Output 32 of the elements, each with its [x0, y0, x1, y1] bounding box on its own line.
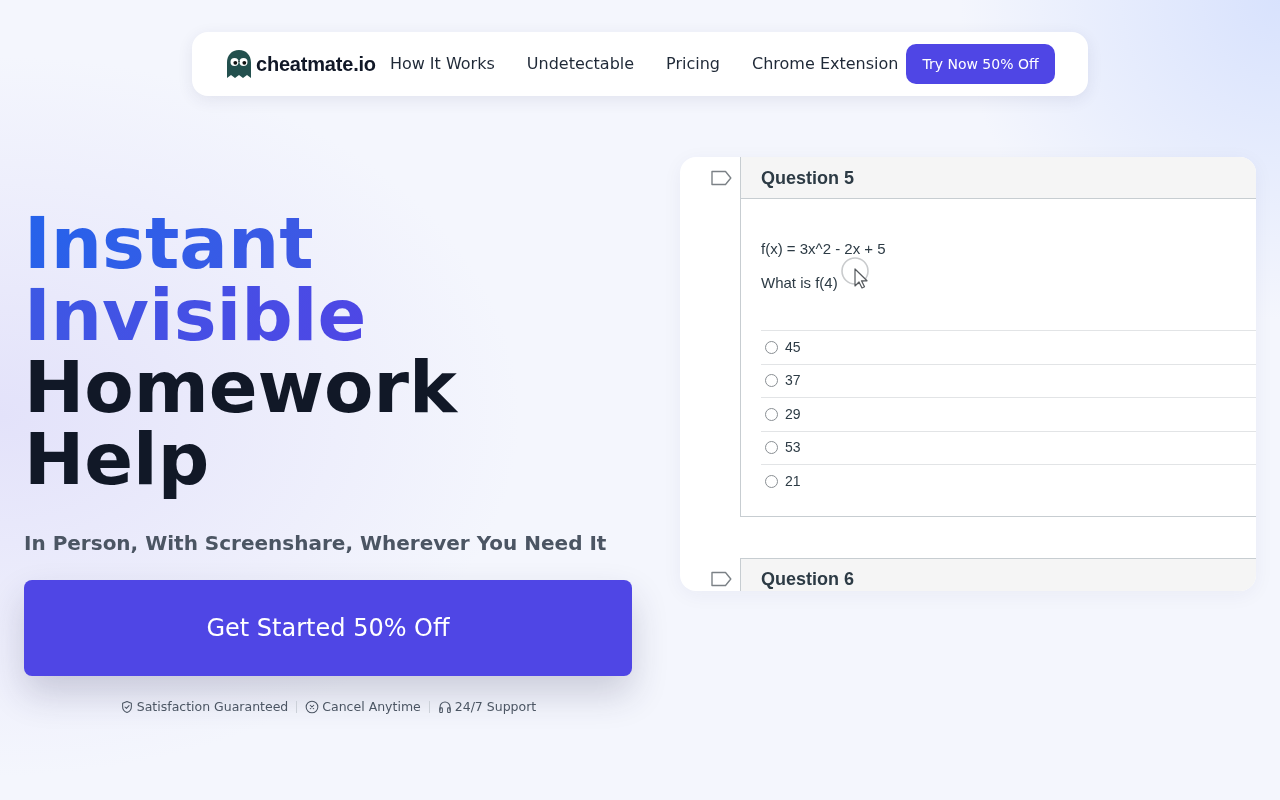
- brand-name[interactable]: cheatmate.io: [256, 49, 376, 79]
- answer-label[interactable]: 53: [785, 437, 801, 459]
- answer-label[interactable]: 29: [785, 403, 801, 425]
- radio-button[interactable]: [765, 407, 778, 421]
- get-started-button[interactable]: Get Started 50% Off: [24, 580, 632, 676]
- question-text: What is f(4): [761, 273, 838, 293]
- ghost-logo-icon: [226, 49, 252, 79]
- question-text: f(x) = 3x^2 - 2x + 5: [761, 239, 886, 259]
- question-title: Question 5: [761, 166, 854, 189]
- x-circle-icon: [305, 700, 320, 714]
- answer-label[interactable]: 37: [785, 370, 801, 392]
- nav-link[interactable]: Undetectable: [526, 52, 635, 76]
- assurance-text: Cancel Anytime: [322, 698, 421, 716]
- answer-label[interactable]: 21: [785, 470, 801, 492]
- tag-icon[interactable]: [711, 570, 732, 587]
- nav-link[interactable]: Chrome Extension: [752, 52, 899, 76]
- assurance-text: 24/7 Support: [454, 698, 537, 716]
- answer-label[interactable]: 45: [785, 336, 801, 358]
- hero-headline: Instant Invisible Homework Help: [24, 207, 459, 503]
- radio-button[interactable]: [765, 374, 778, 388]
- try-now-button[interactable]: Try Now 50% Off: [906, 44, 1055, 84]
- hero-subtitle: In Person, With Screenshare, Wherever You Need It: [24, 531, 608, 555]
- question-title: Question 6: [761, 568, 854, 590]
- shield-check-icon: [119, 700, 134, 714]
- radio-button[interactable]: [765, 474, 778, 488]
- assurance-text: Satisfaction Guaranteed: [136, 698, 289, 716]
- radio-button[interactable]: [765, 340, 778, 354]
- nav-link[interactable]: Pricing: [666, 52, 721, 76]
- nav-link[interactable]: How It Works: [389, 52, 495, 76]
- tag-icon[interactable]: [711, 170, 732, 186]
- radio-button[interactable]: [765, 441, 778, 455]
- headphones-icon: [437, 700, 452, 714]
